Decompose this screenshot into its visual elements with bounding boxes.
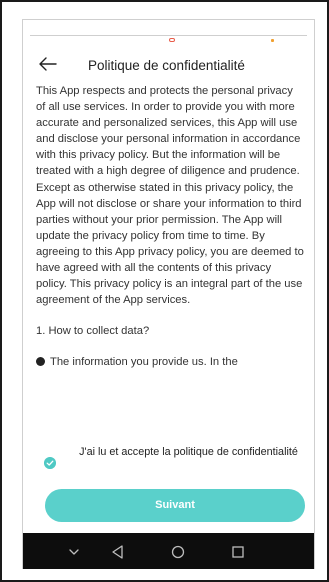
notification-icon (169, 38, 175, 42)
page-title: Politique de confidentialité (88, 58, 245, 73)
square-recents-icon[interactable] (229, 543, 247, 561)
status-bar (23, 20, 314, 44)
check-circle-icon[interactable] (44, 457, 56, 469)
status-divider (30, 35, 307, 36)
scroll-fade (23, 388, 314, 416)
next-button[interactable]: Suivant (45, 489, 305, 522)
list-item: The information you provide us. In the (36, 354, 304, 370)
consent-row[interactable]: J'ai lu et accepte la politique de confi… (23, 446, 314, 480)
policy-content[interactable]: This App respects and protects the perso… (36, 83, 304, 413)
bullet-text: The information you provide us. In the (50, 356, 238, 369)
system-nav-bar (23, 533, 314, 569)
app-header: Politique de confidentialité (23, 51, 314, 79)
circle-home-icon[interactable] (169, 543, 187, 561)
screenshot-frame: Politique de confidentialité This App re… (0, 0, 329, 582)
arrow-left-icon[interactable] (37, 54, 59, 74)
battery-icon (271, 39, 274, 42)
section-heading: 1. How to collect data? (36, 325, 150, 338)
bullet-icon (36, 357, 45, 367)
triangle-back-icon[interactable] (109, 543, 127, 561)
chevron-down-icon[interactable] (65, 543, 83, 561)
phone-screen: Politique de confidentialité This App re… (22, 19, 315, 569)
policy-paragraph: This App respects and protects the perso… (36, 85, 304, 307)
consent-label: J'ai lu et accepte la politique de confi… (79, 446, 298, 458)
